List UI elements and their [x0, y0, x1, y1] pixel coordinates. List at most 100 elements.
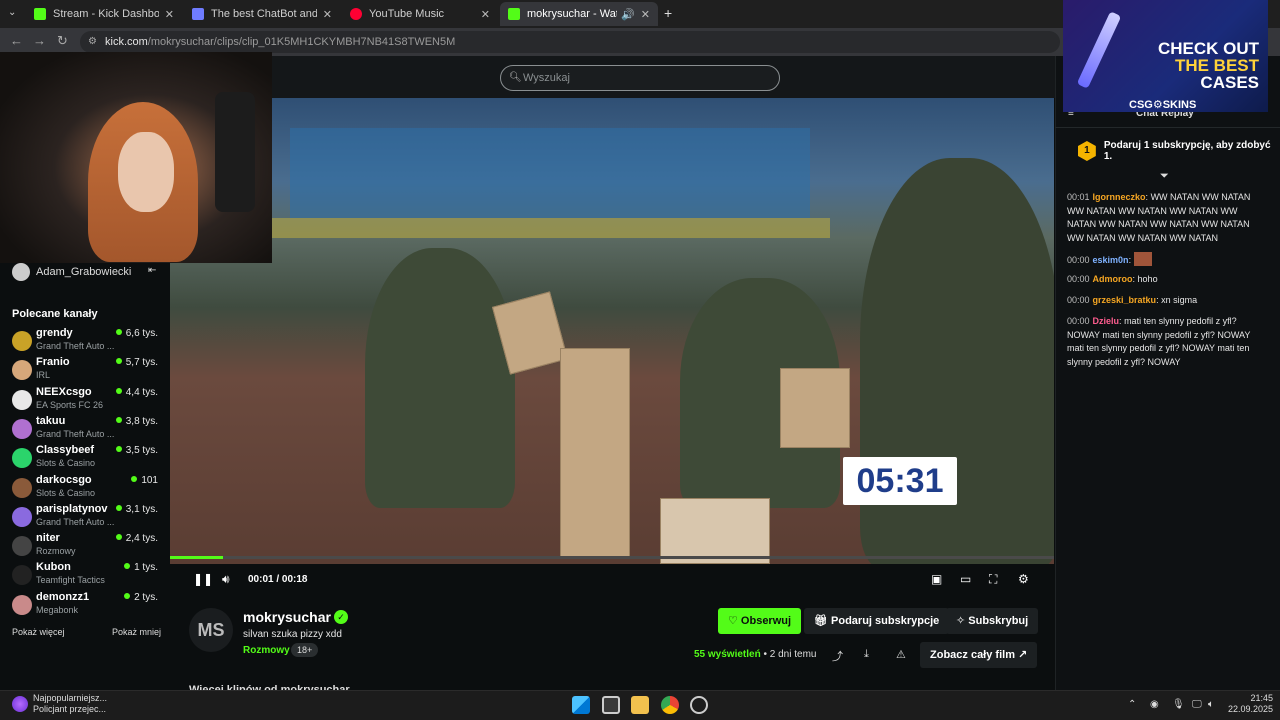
tab-search-icon[interactable]: ⌄ — [8, 7, 16, 18]
watch-full-video-button[interactable]: Zobacz cały film ↗ — [920, 642, 1038, 668]
kick-favicon-icon — [508, 8, 520, 20]
age-rating-badge: 18+ — [291, 643, 319, 657]
fullscreen-icon[interactable]: ⛶ — [989, 572, 997, 587]
gift-sub-prompt[interactable]: 1 Podaruj 1 subskrypcję, aby zdobyć 1. — [1078, 140, 1280, 162]
ad-headline: CHECK OUT THE BEST CASES — [1153, 40, 1259, 91]
back-button[interactable]: ← — [10, 33, 23, 48]
sidebar-channel-item[interactable]: darkocsgo Slots & Casino 101 — [12, 474, 162, 504]
close-tab-icon[interactable]: ✕ — [165, 8, 174, 21]
channel-avatar[interactable]: MS — [189, 608, 233, 652]
clock-time: 21:45 — [1250, 693, 1274, 703]
sidebar-current-user[interactable]: Adam_Grabowiecki — [12, 263, 131, 281]
channel-name: niter — [36, 532, 60, 545]
audio-playing-icon[interactable]: 🔊 — [621, 8, 635, 21]
channel-category: IRL — [36, 370, 51, 381]
url-field[interactable]: ⚙ kick.com/mokrysuchar/clips/clip_01K5MH… — [80, 31, 1060, 53]
channel-name: parisplatynov — [36, 502, 108, 515]
views-label: wyświetleń — [707, 649, 761, 660]
tab-youtube-music[interactable]: YouTube Music ✕ — [342, 2, 498, 26]
channel-category: EA Sports FC 26 — [36, 399, 104, 410]
show-less-link[interactable]: Pokaż mniej — [112, 627, 161, 637]
volume-icon[interactable]: 🔊︎ — [222, 572, 230, 587]
channel-name: grendy — [36, 327, 73, 339]
channel-name[interactable]: mokrysuchar — [243, 609, 331, 625]
subscribe-button[interactable]: ✧ Subskrybuj — [946, 608, 1039, 634]
channel-name: takuu — [36, 414, 66, 427]
follow-button[interactable]: ♡ Obserwuj — [718, 608, 802, 634]
verified-icon: ✓ — [334, 610, 348, 624]
clock-date: 22.09.2025 — [1228, 704, 1274, 714]
collapse-sidebar-icon[interactable]: ⇤ — [148, 265, 156, 276]
time-readout: 00:01 / 00:18 — [248, 574, 308, 585]
windows-start-icon[interactable] — [572, 696, 590, 714]
file-explorer-icon[interactable] — [631, 696, 649, 714]
close-tab-icon[interactable]: ✕ — [323, 8, 332, 21]
avatar — [12, 594, 32, 615]
close-tab-icon[interactable]: ✕ — [641, 8, 650, 21]
microphone-icon[interactable]: 🎙︎ — [1172, 699, 1185, 710]
chat-username[interactable]: eskim0n — [1093, 255, 1129, 265]
site-info-icon[interactable]: ⚙ — [88, 31, 97, 53]
show-more-link[interactable]: Pokaż więcej — [12, 627, 65, 637]
tab-chatbot[interactable]: The best ChatBot and Widgets ✕ — [184, 2, 340, 26]
ad-brand: CSG⚙SKINS — [1129, 99, 1197, 111]
gift-prompt-text: Podaruj 1 subskrypcję, aby zdobyć 1. — [1103, 140, 1271, 162]
chat-username[interactable]: Igornneczko — [1093, 192, 1146, 202]
report-icon[interactable]: ⚠ — [896, 648, 906, 661]
chat-message: 00:00 Dzielu: mati ten slynny pedofil z y… — [1067, 316, 1251, 367]
settings-icon[interactable]: ⚙ — [1018, 572, 1029, 586]
speaker-icon[interactable]: 🔈︎ — [1208, 699, 1214, 710]
chat-username[interactable]: grzeski_bratku — [1093, 295, 1157, 305]
gift-badge-icon: 1 — [1078, 141, 1096, 161]
channel-category: Slots & Casino — [36, 487, 96, 498]
sidebar-channel-item[interactable]: Franio IRL 5,7 tys. — [12, 356, 162, 386]
system-clock[interactable]: 21:45 22.09.2025 — [1228, 693, 1273, 715]
tray-overflow-icon[interactable]: ⌃ — [1128, 699, 1136, 710]
sidebar-channel-item[interactable]: NEEXcsgo EA Sports FC 26 4,4 tys. — [12, 386, 162, 416]
cardboard-box — [780, 368, 850, 448]
gift-subs-button[interactable]: 🎁︎ Podaruj subskrypcje — [804, 608, 950, 634]
sidebar-channel-item[interactable]: niter Rozmowy 2,4 tys. — [12, 532, 162, 562]
video-progress-fill — [170, 556, 224, 559]
sidebar-channel-item[interactable]: grendy Grand Theft Auto ... 6,6 tys. — [12, 327, 162, 357]
tray-app-icon[interactable]: ◉ — [1150, 699, 1159, 710]
video-progress-bar[interactable] — [170, 556, 1054, 559]
cardboard-box — [560, 348, 630, 558]
task-view-icon[interactable] — [602, 696, 620, 714]
reload-button[interactable]: ↻ — [57, 33, 68, 49]
sidebar-channel-item[interactable]: demonzz1 Megabonk 2 tys. — [12, 591, 162, 621]
avatar — [12, 565, 32, 586]
share-icon[interactable]: ⤴ — [832, 648, 843, 664]
search-icon: 🔍︎ — [509, 72, 522, 83]
chrome-icon[interactable] — [661, 696, 679, 714]
tab-kick-dashboard[interactable]: Stream - Kick Dashboard ✕ — [26, 2, 182, 26]
network-icon[interactable]: 🖵︎ — [1192, 699, 1202, 710]
forward-button[interactable]: → — [33, 33, 46, 48]
stadium-seats — [290, 128, 810, 218]
new-tab-button[interactable]: + — [664, 5, 672, 21]
download-icon[interactable]: ⤓ — [864, 648, 869, 661]
chat-username[interactable]: Dzielu — [1093, 316, 1120, 326]
sidebar-channel-item[interactable]: parisplatynov Grand Theft Auto ... 3,1 tys… — [12, 503, 162, 533]
miniplayer-icon[interactable]: ▣ — [931, 572, 942, 586]
clip-age: 2 dni temu — [769, 649, 817, 660]
sidebar-channel-item[interactable]: Classybeef Slots & Casino 3,5 tys. — [12, 444, 162, 474]
viewer-count: 1 tys. — [124, 562, 158, 573]
chat-timestamp: 00:00 — [1067, 316, 1090, 326]
search-input[interactable]: 🔍︎ Wyszukaj — [500, 65, 780, 91]
app-icon[interactable] — [690, 696, 708, 714]
channel-name: Classybeef — [36, 444, 95, 457]
clip-category[interactable]: Rozmowy — [243, 645, 290, 656]
tab-mokrysuchar-clips[interactable]: mokrysuchar - Watch clips 🔊 ✕ — [500, 2, 658, 26]
pause-icon[interactable]: ❚❚ — [193, 572, 213, 586]
pinned-filter-icon[interactable]: ⏷ — [1160, 170, 1169, 183]
sidebar-channel-item[interactable]: Kubon Teamfight Tactics 1 tys. — [12, 561, 162, 591]
avatar — [12, 331, 32, 351]
chat-message: 00:01 Igornneczko: WW NATAN WW NATAN WW N… — [1067, 192, 1251, 243]
chat-username[interactable]: Admoroo — [1093, 274, 1133, 284]
sidebar-channel-item[interactable]: takuu Grand Theft Auto ... 3,8 tys. — [12, 415, 162, 445]
url-path: /mokrysuchar/clips/clip_01K5MH1CKYMBH7NB… — [147, 36, 456, 48]
advertisement-banner[interactable]: CHECK OUT THE BEST CASES CSG⚙SKINS — [1063, 0, 1268, 112]
close-tab-icon[interactable]: ✕ — [481, 8, 490, 21]
theater-mode-icon[interactable]: ▭ — [960, 572, 971, 586]
